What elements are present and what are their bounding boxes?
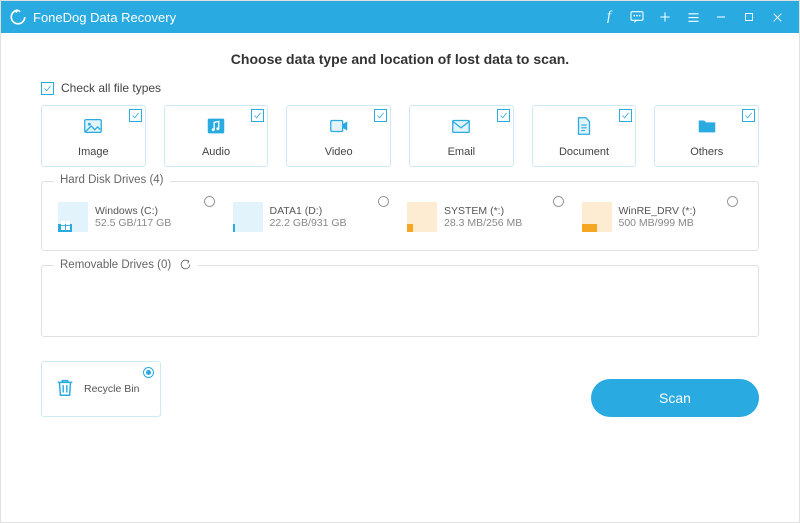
drive-radio[interactable] [204, 196, 215, 207]
drive-name: SYSTEM (*:) [444, 205, 522, 217]
type-label: Document [559, 146, 609, 158]
recycle-bin-label: Recycle Bin [84, 383, 139, 395]
type-checkbox[interactable] [742, 109, 755, 122]
recycle-bin-radio[interactable] [143, 367, 154, 378]
drive-icon [233, 202, 263, 232]
drive-size: 28.3 MB/256 MB [444, 217, 522, 229]
type-label: Others [690, 146, 723, 158]
hard-disk-title: Hard Disk Drives (4) [54, 174, 170, 186]
facebook-icon[interactable]: f [595, 1, 623, 33]
drive-text: SYSTEM (*:)28.3 MB/256 MB [444, 205, 522, 229]
plus-icon[interactable] [651, 1, 679, 33]
type-card-video[interactable]: Video [286, 105, 391, 167]
drive-icon [407, 202, 437, 232]
drive-icon [582, 202, 612, 232]
type-card-audio[interactable]: Audio [164, 105, 269, 167]
page-headline: Choose data type and location of lost da… [41, 51, 759, 67]
drive-item[interactable]: DATA1 (D:)22.2 GB/931 GB [231, 198, 396, 236]
recycle-bin-card[interactable]: Recycle Bin [41, 361, 161, 417]
type-card-folder[interactable]: Others [654, 105, 759, 167]
drive-item[interactable]: Windows (C:)52.5 GB/117 GB [56, 198, 221, 236]
refresh-icon[interactable] [179, 258, 192, 271]
drive-text: WinRE_DRV (*:)500 MB/999 MB [619, 205, 696, 229]
hard-disk-section: Hard Disk Drives (4) Windows (C:)52.5 GB… [41, 181, 759, 251]
app-title: FoneDog Data Recovery [33, 10, 176, 25]
windows-logo-icon [61, 221, 70, 230]
titlebar: FoneDog Data Recovery f [1, 1, 799, 33]
minimize-button[interactable] [707, 1, 735, 33]
close-button[interactable] [763, 1, 791, 33]
menu-icon[interactable] [679, 1, 707, 33]
drive-text: Windows (C:)52.5 GB/117 GB [95, 205, 171, 229]
bottom-row: Recycle Bin Scan [1, 361, 799, 433]
removable-section: Removable Drives (0) [41, 265, 759, 337]
type-checkbox[interactable] [497, 109, 510, 122]
type-label: Email [448, 146, 476, 158]
email-icon [450, 115, 472, 142]
type-checkbox[interactable] [374, 109, 387, 122]
type-label: Audio [202, 146, 230, 158]
type-label: Video [325, 146, 353, 158]
app-logo-icon [9, 8, 27, 26]
hard-disk-drives: Windows (C:)52.5 GB/117 GB DATA1 (D:)22.2… [56, 198, 744, 236]
drive-name: WinRE_DRV (*:) [619, 205, 696, 217]
drive-size: 22.2 GB/931 GB [270, 217, 347, 229]
image-icon [82, 115, 104, 142]
check-all-types[interactable]: Check all file types [41, 81, 759, 95]
maximize-button[interactable] [735, 1, 763, 33]
drive-radio[interactable] [727, 196, 738, 207]
drive-radio[interactable] [378, 196, 389, 207]
folder-icon [696, 115, 718, 142]
type-card-image[interactable]: Image [41, 105, 146, 167]
type-card-document[interactable]: Document [532, 105, 637, 167]
drive-item[interactable]: SYSTEM (*:)28.3 MB/256 MB [405, 198, 570, 236]
type-checkbox[interactable] [129, 109, 142, 122]
file-types-row: Image Audio Video Email Document Others [41, 105, 759, 167]
drive-size: 500 MB/999 MB [619, 217, 696, 229]
check-all-label: Check all file types [61, 81, 161, 95]
type-checkbox[interactable] [251, 109, 264, 122]
drive-name: DATA1 (D:) [270, 205, 347, 217]
document-icon [573, 115, 595, 142]
audio-icon [205, 115, 227, 142]
trash-icon [54, 376, 76, 403]
type-label: Image [78, 146, 109, 158]
drive-name: Windows (C:) [95, 205, 171, 217]
drive-item[interactable]: WinRE_DRV (*:)500 MB/999 MB [580, 198, 745, 236]
video-icon [328, 115, 350, 142]
scan-button[interactable]: Scan [591, 379, 759, 417]
drive-text: DATA1 (D:)22.2 GB/931 GB [270, 205, 347, 229]
check-all-checkbox[interactable] [41, 82, 54, 95]
feedback-icon[interactable] [623, 1, 651, 33]
type-card-email[interactable]: Email [409, 105, 514, 167]
main-content: Choose data type and location of lost da… [1, 33, 799, 361]
removable-title: Removable Drives (0) [60, 259, 171, 271]
drive-size: 52.5 GB/117 GB [95, 217, 171, 229]
type-checkbox[interactable] [619, 109, 632, 122]
drive-icon [58, 202, 88, 232]
drive-radio[interactable] [553, 196, 564, 207]
